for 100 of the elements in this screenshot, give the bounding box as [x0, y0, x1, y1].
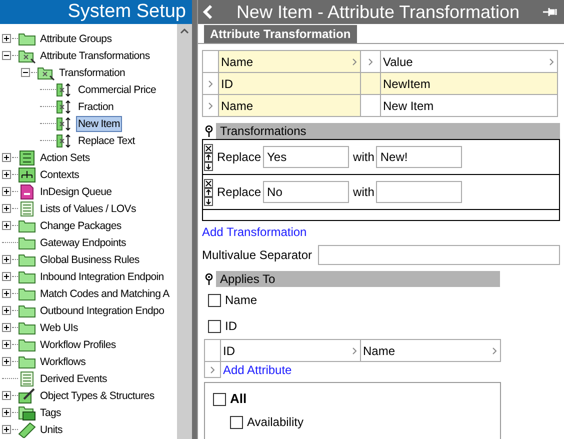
tree-item[interactable]: Outbound Integration Endpo [38, 302, 166, 318]
folder-icon [18, 252, 36, 268]
folder-icon [18, 218, 36, 234]
section-header: Transformations [216, 123, 560, 139]
column-header[interactable]: Name [363, 342, 396, 360]
hierarchy-icon [18, 166, 36, 182]
expand-icon[interactable] [2, 425, 11, 434]
column-header-label: Name [221, 54, 254, 70]
folder-icon [18, 48, 36, 64]
tree-item[interactable]: New Item [76, 116, 122, 132]
tree-item[interactable]: Tags [38, 404, 63, 420]
field-label: Multivalue Separator [202, 247, 312, 264]
expand-icon[interactable] [2, 204, 11, 213]
property-value: NewItem [383, 76, 430, 92]
folder-icon [37, 64, 55, 80]
chevron-icon [491, 346, 498, 354]
back-icon[interactable] [202, 4, 214, 20]
column-header[interactable]: Name [219, 51, 361, 73]
list-icon [18, 200, 36, 216]
checkbox-label: All [230, 390, 247, 408]
chevron-icon [351, 346, 358, 354]
expand-icon[interactable] [2, 255, 11, 264]
expand-icon[interactable] [2, 306, 11, 315]
scrollbar[interactable] [177, 24, 192, 439]
expand-icon[interactable] [2, 221, 11, 230]
checkbox[interactable] [208, 294, 221, 306]
checkbox[interactable] [230, 416, 243, 428]
field-label: with [353, 184, 374, 201]
add-attribute-link[interactable]: Add Attribute [223, 361, 292, 379]
tree-item[interactable]: Contexts [38, 166, 82, 182]
tree-item[interactable]: Transformation [57, 64, 128, 80]
expand-icon[interactable] [2, 34, 11, 43]
checkbox-label: ID [225, 318, 237, 335]
tree-item[interactable]: Action Sets [38, 150, 92, 166]
tree-item[interactable]: Derived Events [38, 370, 109, 386]
row-controls-icon[interactable] [204, 144, 213, 170]
tab[interactable]: Attribute Transformation [204, 25, 357, 43]
tree-item[interactable]: Inbound Integration Endpoin [38, 268, 166, 284]
field-label: with [353, 149, 374, 166]
property-name: Name [221, 98, 254, 114]
row-expand-icon [209, 366, 216, 374]
pin-icon[interactable] [204, 125, 214, 137]
expand-icon[interactable] [2, 391, 11, 400]
input-field[interactable]: No [263, 181, 350, 203]
expand-icon[interactable] [2, 289, 11, 298]
tree-item[interactable]: Gateway Endpoints [38, 234, 128, 250]
property-name: ID [221, 76, 233, 92]
document-icon [18, 184, 36, 200]
tree-item[interactable]: Workflows [38, 354, 88, 370]
editor-title: New Item - Attribute Transformation [235, 1, 521, 24]
folder-icon [18, 354, 36, 370]
input-field[interactable] [318, 245, 560, 265]
field-label: Replace [217, 184, 262, 201]
input-field[interactable]: Yes [263, 146, 350, 168]
expand-icon[interactable] [2, 153, 11, 162]
tree-item[interactable]: InDesign Queue [38, 184, 114, 200]
tree-item[interactable]: Fraction [76, 98, 116, 114]
checkbox[interactable] [213, 392, 226, 406]
ruler-icon [18, 422, 36, 438]
column-header[interactable]: ID [223, 342, 235, 360]
folder-icon [18, 234, 36, 250]
row-controls-icon[interactable] [204, 178, 213, 206]
add-transformation-link[interactable]: Add Transformation [202, 223, 307, 239]
checkbox[interactable] [208, 320, 221, 332]
tree-item[interactable]: Attribute Transformations [38, 48, 152, 64]
scroll-up-icon[interactable] [180, 28, 189, 34]
tree-item[interactable]: Change Packages [38, 218, 124, 234]
tree-item[interactable]: Workflow Profiles [38, 336, 118, 352]
tree-item[interactable]: Lists of Values / LOVs [38, 200, 138, 216]
expand-icon[interactable] [2, 357, 11, 366]
folder-icon [18, 302, 36, 318]
tree-item[interactable]: Units [38, 422, 64, 438]
expand-icon[interactable] [2, 272, 11, 281]
input-field[interactable]: New! [376, 146, 462, 168]
pin-icon[interactable] [204, 273, 214, 285]
input-field[interactable] [376, 181, 462, 203]
property-value: New Item [383, 98, 434, 114]
tree-item[interactable]: Object Types & Structures [38, 388, 156, 404]
collapse-icon[interactable] [21, 68, 30, 77]
folder-icon [18, 268, 36, 284]
expand-icon[interactable] [2, 170, 11, 179]
chevron-icon [548, 58, 555, 66]
field-label: Replace [217, 149, 262, 166]
folder-icon [18, 320, 36, 336]
list-icon [18, 370, 36, 386]
column-header-label: Value [383, 54, 413, 70]
checkbox-label: Availability [247, 414, 304, 431]
tree-item[interactable]: Attribute Groups [38, 30, 114, 46]
expand-icon[interactable] [2, 187, 11, 196]
checklist-icon [18, 150, 36, 166]
tag-folder-icon [18, 404, 36, 420]
collapse-icon[interactable] [2, 51, 11, 60]
tree-item[interactable]: Web UIs [38, 320, 80, 336]
tree-item[interactable]: Replace Text [76, 132, 137, 148]
expand-icon[interactable] [2, 323, 11, 332]
tree-item[interactable]: Commercial Price [76, 82, 158, 98]
tree-item[interactable]: Match Codes and Matching A [38, 286, 172, 302]
tree-item[interactable]: Global Business Rules [38, 252, 142, 268]
expand-icon[interactable] [2, 408, 11, 417]
expand-icon[interactable] [2, 340, 11, 349]
